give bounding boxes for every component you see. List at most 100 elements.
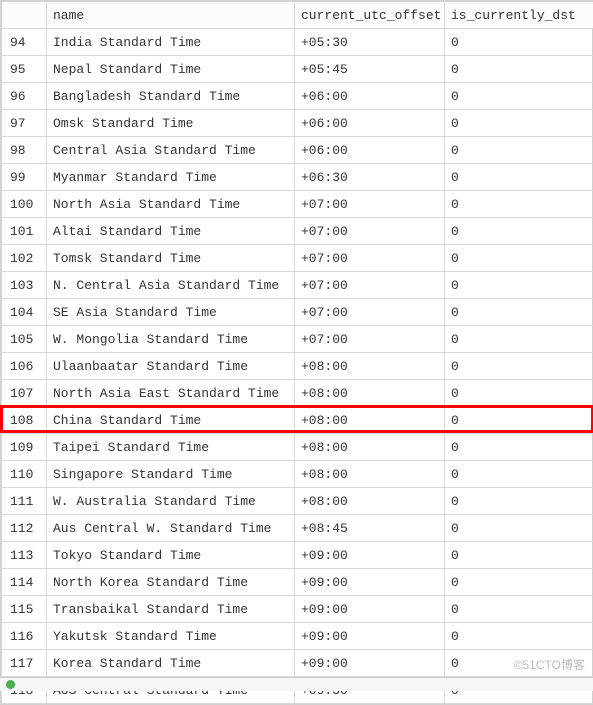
cell-rownum: 117 bbox=[2, 650, 47, 677]
cell-rownum: 103 bbox=[2, 272, 47, 299]
cell-dst: 0 bbox=[445, 164, 593, 191]
table-row[interactable]: 107North Asia East Standard Time+08:000 bbox=[2, 380, 593, 407]
cell-name: Bangladesh Standard Time bbox=[47, 83, 295, 110]
cell-dst: 0 bbox=[445, 245, 593, 272]
cell-offset: +06:00 bbox=[295, 83, 445, 110]
cell-offset: +09:00 bbox=[295, 623, 445, 650]
table-row[interactable]: 116Yakutsk Standard Time+09:000 bbox=[2, 623, 593, 650]
cell-dst: 0 bbox=[445, 137, 593, 164]
cell-rownum: 116 bbox=[2, 623, 47, 650]
cell-name: Yakutsk Standard Time bbox=[47, 623, 295, 650]
cell-name: Tomsk Standard Time bbox=[47, 245, 295, 272]
header-name[interactable]: name bbox=[47, 2, 295, 29]
table-row[interactable]: 94India Standard Time+05:300 bbox=[2, 29, 593, 56]
cell-offset: +07:00 bbox=[295, 245, 445, 272]
cell-dst: 0 bbox=[445, 623, 593, 650]
table-row[interactable]: 104SE Asia Standard Time+07:000 bbox=[2, 299, 593, 326]
status-indicator-icon bbox=[6, 680, 15, 689]
table-row[interactable]: 98Central Asia Standard Time+06:000 bbox=[2, 137, 593, 164]
cell-name: India Standard Time bbox=[47, 29, 295, 56]
cell-name: W. Australia Standard Time bbox=[47, 488, 295, 515]
cell-rownum: 95 bbox=[2, 56, 47, 83]
cell-name: Singapore Standard Time bbox=[47, 461, 295, 488]
table-row[interactable]: 108China Standard Time+08:000 bbox=[2, 407, 593, 434]
table-row[interactable]: 117Korea Standard Time+09:000 bbox=[2, 650, 593, 677]
table-row[interactable]: 110Singapore Standard Time+08:000 bbox=[2, 461, 593, 488]
cell-name: Central Asia Standard Time bbox=[47, 137, 295, 164]
cell-rownum: 99 bbox=[2, 164, 47, 191]
cell-dst: 0 bbox=[445, 110, 593, 137]
cell-dst: 0 bbox=[445, 569, 593, 596]
table-row[interactable]: 111W. Australia Standard Time+08:000 bbox=[2, 488, 593, 515]
cell-dst: 0 bbox=[445, 326, 593, 353]
cell-rownum: 113 bbox=[2, 542, 47, 569]
cell-offset: +08:00 bbox=[295, 380, 445, 407]
table-row[interactable]: 100North Asia Standard Time+07:000 bbox=[2, 191, 593, 218]
table-row[interactable]: 113Tokyo Standard Time+09:000 bbox=[2, 542, 593, 569]
cell-rownum: 106 bbox=[2, 353, 47, 380]
header-rownum[interactable] bbox=[2, 2, 47, 29]
cell-dst: 0 bbox=[445, 407, 593, 434]
cell-dst: 0 bbox=[445, 218, 593, 245]
table-row[interactable]: 112Aus Central W. Standard Time+08:450 bbox=[2, 515, 593, 542]
cell-offset: +06:00 bbox=[295, 110, 445, 137]
cell-dst: 0 bbox=[445, 56, 593, 83]
cell-offset: +06:00 bbox=[295, 137, 445, 164]
cell-offset: +08:00 bbox=[295, 488, 445, 515]
cell-rownum: 104 bbox=[2, 299, 47, 326]
cell-dst: 0 bbox=[445, 542, 593, 569]
table-row[interactable]: 101Altai Standard Time+07:000 bbox=[2, 218, 593, 245]
cell-dst: 0 bbox=[445, 353, 593, 380]
cell-rownum: 105 bbox=[2, 326, 47, 353]
table-row[interactable]: 106Ulaanbaatar Standard Time+08:000 bbox=[2, 353, 593, 380]
cell-rownum: 112 bbox=[2, 515, 47, 542]
table-row[interactable]: 103N. Central Asia Standard Time+07:000 bbox=[2, 272, 593, 299]
cell-offset: +07:00 bbox=[295, 272, 445, 299]
cell-dst: 0 bbox=[445, 191, 593, 218]
table-row[interactable]: 97Omsk Standard Time+06:000 bbox=[2, 110, 593, 137]
cell-dst: 0 bbox=[445, 596, 593, 623]
cell-offset: +05:45 bbox=[295, 56, 445, 83]
cell-name: North Asia Standard Time bbox=[47, 191, 295, 218]
status-bar bbox=[0, 677, 593, 691]
cell-offset: +09:00 bbox=[295, 569, 445, 596]
cell-name: Korea Standard Time bbox=[47, 650, 295, 677]
cell-dst: 0 bbox=[445, 434, 593, 461]
cell-offset: +07:00 bbox=[295, 218, 445, 245]
cell-name: Altai Standard Time bbox=[47, 218, 295, 245]
table-row[interactable]: 95Nepal Standard Time+05:450 bbox=[2, 56, 593, 83]
cell-name: W. Mongolia Standard Time bbox=[47, 326, 295, 353]
table-row[interactable]: 96Bangladesh Standard Time+06:000 bbox=[2, 83, 593, 110]
cell-rownum: 101 bbox=[2, 218, 47, 245]
header-row: name current_utc_offset is_currently_dst bbox=[2, 2, 593, 29]
cell-rownum: 98 bbox=[2, 137, 47, 164]
cell-name: Myanmar Standard Time bbox=[47, 164, 295, 191]
cell-name: Transbaikal Standard Time bbox=[47, 596, 295, 623]
table-row[interactable]: 109Taipei Standard Time+08:000 bbox=[2, 434, 593, 461]
table-row[interactable]: 102Tomsk Standard Time+07:000 bbox=[2, 245, 593, 272]
cell-name: N. Central Asia Standard Time bbox=[47, 272, 295, 299]
cell-offset: +07:00 bbox=[295, 191, 445, 218]
header-is-currently-dst[interactable]: is_currently_dst bbox=[445, 2, 593, 29]
table-row[interactable]: 105W. Mongolia Standard Time+07:000 bbox=[2, 326, 593, 353]
cell-dst: 0 bbox=[445, 83, 593, 110]
table-row[interactable]: 115Transbaikal Standard Time+09:000 bbox=[2, 596, 593, 623]
cell-name: Ulaanbaatar Standard Time bbox=[47, 353, 295, 380]
cell-name: Omsk Standard Time bbox=[47, 110, 295, 137]
cell-rownum: 107 bbox=[2, 380, 47, 407]
cell-dst: 0 bbox=[445, 488, 593, 515]
cell-offset: +08:00 bbox=[295, 407, 445, 434]
cell-name: Nepal Standard Time bbox=[47, 56, 295, 83]
cell-name: SE Asia Standard Time bbox=[47, 299, 295, 326]
cell-offset: +08:45 bbox=[295, 515, 445, 542]
header-current-utc-offset[interactable]: current_utc_offset bbox=[295, 2, 445, 29]
cell-offset: +08:00 bbox=[295, 434, 445, 461]
cell-rownum: 110 bbox=[2, 461, 47, 488]
cell-offset: +08:00 bbox=[295, 353, 445, 380]
table-row[interactable]: 114North Korea Standard Time+09:000 bbox=[2, 569, 593, 596]
table-row[interactable]: 99Myanmar Standard Time+06:300 bbox=[2, 164, 593, 191]
cell-dst: 0 bbox=[445, 650, 593, 677]
cell-offset: +09:00 bbox=[295, 650, 445, 677]
results-table-container: name current_utc_offset is_currently_dst… bbox=[0, 0, 593, 705]
cell-name: China Standard Time bbox=[47, 407, 295, 434]
